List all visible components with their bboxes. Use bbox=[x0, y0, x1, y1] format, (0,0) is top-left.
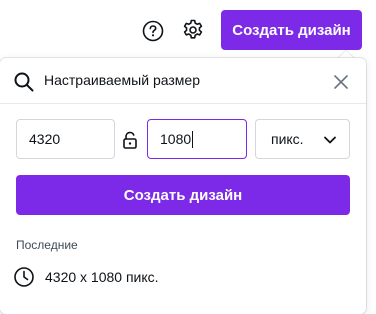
search-bar: Настраиваемый размер bbox=[0, 58, 366, 104]
unit-selected-value: пикс. bbox=[271, 131, 304, 147]
recent-size-item[interactable]: 4320 x 1080 пикс. bbox=[12, 264, 352, 290]
help-button[interactable] bbox=[140, 18, 166, 44]
recent-size-label: 4320 x 1080 пикс. bbox=[45, 269, 159, 285]
create-design-button[interactable]: Создать дизайн bbox=[221, 10, 362, 50]
custom-size-panel: Настраиваемый размер 4320 1080 пикс. Соз… bbox=[0, 58, 366, 314]
clock-icon bbox=[14, 267, 34, 287]
unit-select[interactable]: пикс. bbox=[255, 119, 350, 159]
height-value: 1080 bbox=[160, 131, 192, 147]
recent-heading: Последние bbox=[16, 238, 78, 252]
gear-icon bbox=[183, 19, 203, 39]
clear-search-button[interactable] bbox=[330, 71, 352, 93]
width-value: 4320 bbox=[29, 131, 61, 147]
close-icon bbox=[334, 75, 348, 89]
text-cursor bbox=[192, 130, 194, 148]
chevron-down-icon bbox=[324, 136, 336, 144]
unlocked-padlock-icon[interactable] bbox=[122, 131, 138, 149]
settings-button[interactable] bbox=[180, 17, 206, 43]
search-input[interactable]: Настраиваемый размер bbox=[44, 72, 200, 88]
question-circle-icon bbox=[142, 20, 164, 42]
width-input[interactable]: 4320 bbox=[16, 119, 115, 159]
create-custom-design-button[interactable]: Создать дизайн bbox=[16, 175, 350, 215]
search-icon bbox=[14, 72, 34, 92]
top-bar: Создать дизайн bbox=[0, 0, 376, 60]
height-input[interactable]: 1080 bbox=[147, 119, 247, 159]
